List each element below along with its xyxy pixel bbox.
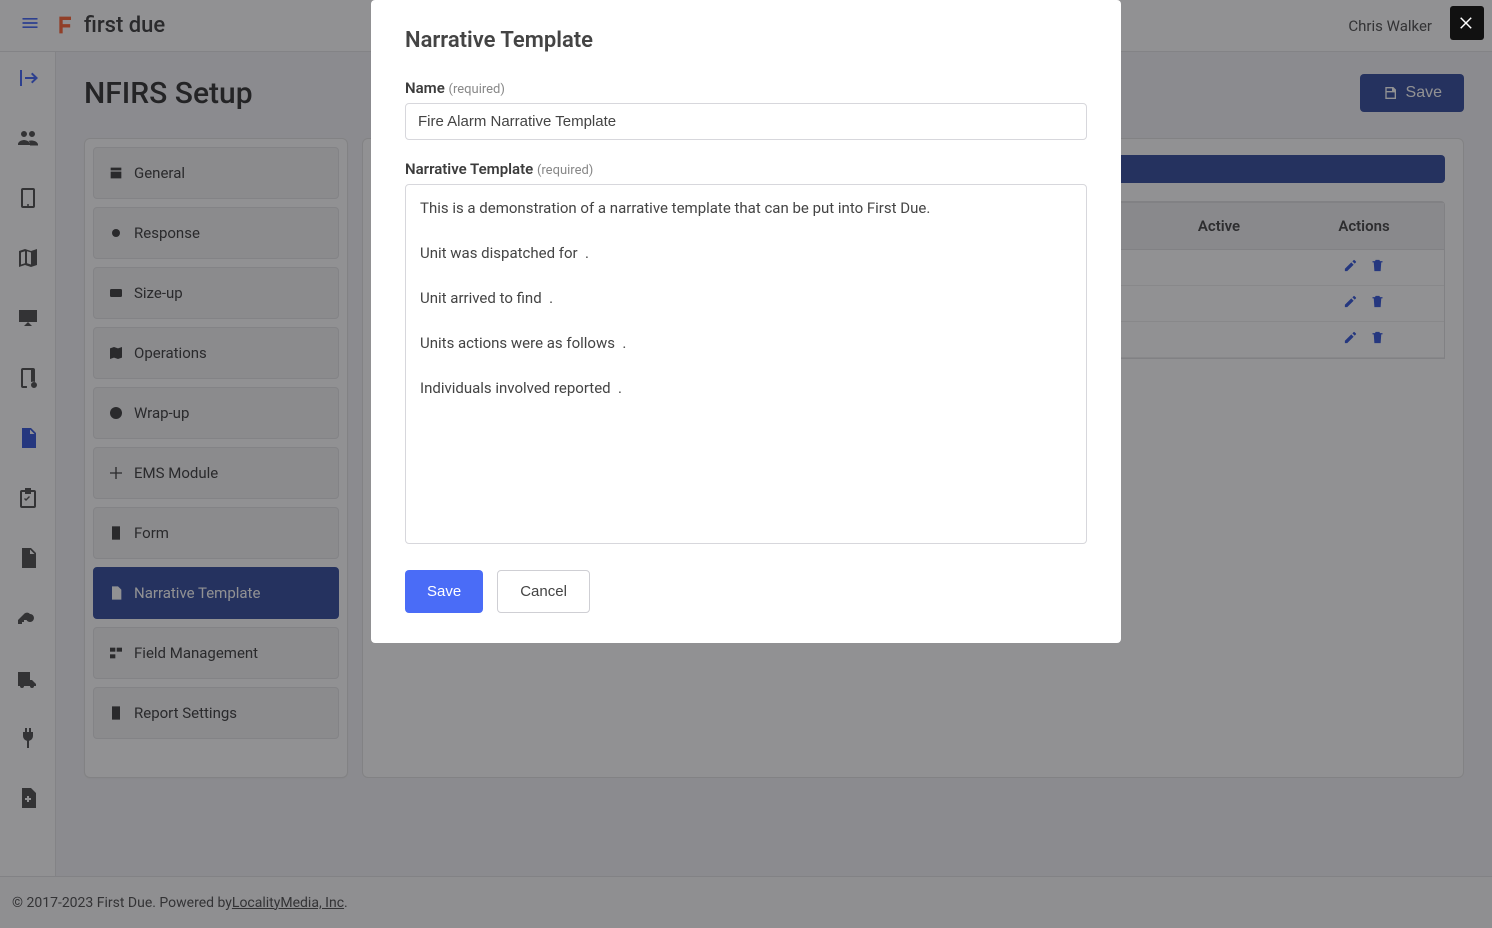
template-textarea[interactable] [405, 184, 1087, 544]
template-required-suffix: (required) [537, 163, 593, 178]
narrative-template-modal: Narrative Template Name (required) Narra… [371, 0, 1121, 643]
modal-cancel-button[interactable]: Cancel [497, 570, 590, 613]
name-field-label: Name (required) [405, 79, 1087, 97]
template-label-text: Narrative Template [405, 160, 533, 178]
modal-save-button[interactable]: Save [405, 570, 483, 613]
modal-close-button[interactable] [1450, 6, 1484, 40]
name-input[interactable] [405, 103, 1087, 140]
modal-title: Narrative Template [405, 28, 1087, 53]
close-icon [1458, 14, 1476, 32]
template-field-label: Narrative Template (required) [405, 160, 1087, 178]
name-label-text: Name [405, 79, 445, 97]
name-required-suffix: (required) [449, 82, 505, 97]
